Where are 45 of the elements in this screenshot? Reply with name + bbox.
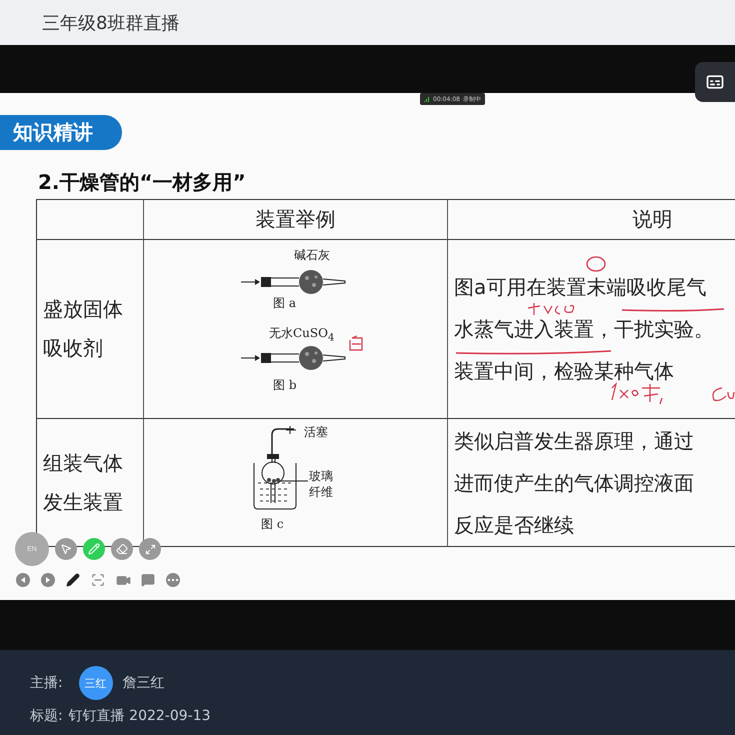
figure-label: 碱石灰: [294, 248, 330, 262]
row-label: 盛放固体: [43, 296, 123, 323]
figure-label: 玻璃: [309, 469, 333, 483]
pencil-icon: [88, 543, 100, 555]
description-line: 进而使产生的气体调控液面: [454, 470, 694, 496]
figure-label: 纤维: [309, 485, 333, 499]
ink-scribble: [712, 387, 735, 402]
ink-scribble: [527, 302, 574, 316]
pointer-icon: [60, 543, 72, 555]
ink-scribble: [349, 335, 363, 351]
section-badge: 知识精讲: [0, 115, 122, 150]
capture-icon[interactable]: [90, 572, 106, 588]
ink-circle: [586, 256, 606, 272]
stream-title: 钉钉直播 2022-09-13: [68, 707, 211, 725]
figure-label: 图 c: [261, 517, 284, 531]
eraser-icon: [116, 543, 128, 555]
figure-label: 活塞: [304, 425, 328, 439]
signal-icon: [424, 96, 430, 102]
expand-icon: [144, 544, 156, 554]
title-label: 标题:: [30, 707, 63, 725]
description-line: 图a可用在装置末端吸收尾气: [454, 274, 706, 300]
description-line: 水蒸气进入装置，干扰实验。: [454, 316, 714, 342]
slide-heading: 2.干燥管的“一材多用”: [38, 169, 247, 195]
host-name: 詹三红: [122, 674, 165, 692]
description-line: 装置中间，检验某种气体: [454, 358, 674, 384]
figure-label: 图 a: [273, 296, 296, 310]
subtitle-button[interactable]: [695, 62, 735, 102]
next-icon[interactable]: [40, 572, 56, 588]
previous-icon[interactable]: [15, 572, 31, 588]
leader-line: [280, 480, 308, 482]
chat-icon[interactable]: [140, 572, 156, 588]
column-header: 说明: [632, 206, 672, 233]
ink-scribble: [611, 383, 663, 405]
description-line: 类似启普发生器原理，通过: [454, 428, 694, 454]
description-line: 反应是否继续: [454, 512, 574, 538]
figure-label: 无水CuSO$_{4}$: [269, 326, 334, 346]
column-header: 装置举例: [256, 206, 336, 233]
row-label: 组装气体: [43, 450, 123, 476]
window-title: 三年级8班群直播: [42, 12, 180, 34]
figure-label: 图 b: [273, 378, 296, 392]
pen-icon[interactable]: [65, 572, 81, 588]
host-label: 主播:: [30, 674, 63, 692]
row-label: 吸收剂: [43, 335, 103, 362]
host-avatar: 三红: [78, 666, 113, 700]
row-label: 发生装置: [43, 488, 123, 516]
